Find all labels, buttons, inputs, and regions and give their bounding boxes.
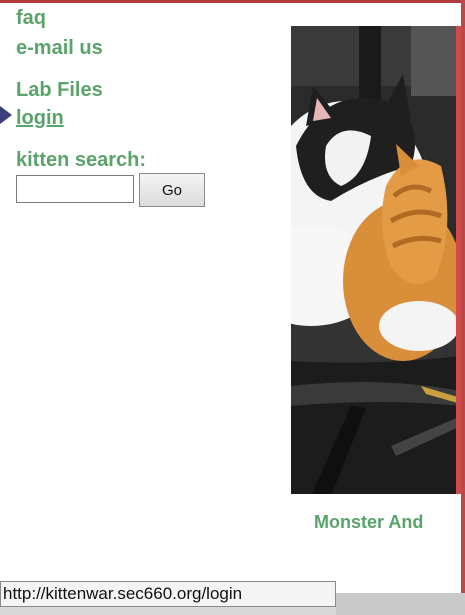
status-bar-background	[336, 593, 465, 615]
photo-caption[interactable]: Monster And	[314, 510, 423, 534]
email-us-link[interactable]: e-mail us	[16, 36, 103, 60]
kitten-photo[interactable]	[291, 26, 461, 494]
kitten-search-input[interactable]	[16, 175, 134, 203]
right-border	[461, 0, 465, 615]
kitten-search-label: kitten search:	[16, 149, 147, 171]
mouse-pointer-icon	[0, 106, 12, 124]
faq-link[interactable]: faq	[16, 6, 46, 30]
go-button[interactable]: Go	[139, 173, 205, 207]
login-link[interactable]: login	[16, 106, 64, 130]
lab-files-link[interactable]: Lab Files	[16, 78, 103, 102]
page: faq e-mail us Lab Files login kitten sea…	[0, 0, 465, 615]
status-bar-url: http://kittenwar.sec660.org/login	[0, 581, 336, 607]
status-bar-underlay	[0, 607, 336, 615]
top-border	[0, 0, 465, 3]
